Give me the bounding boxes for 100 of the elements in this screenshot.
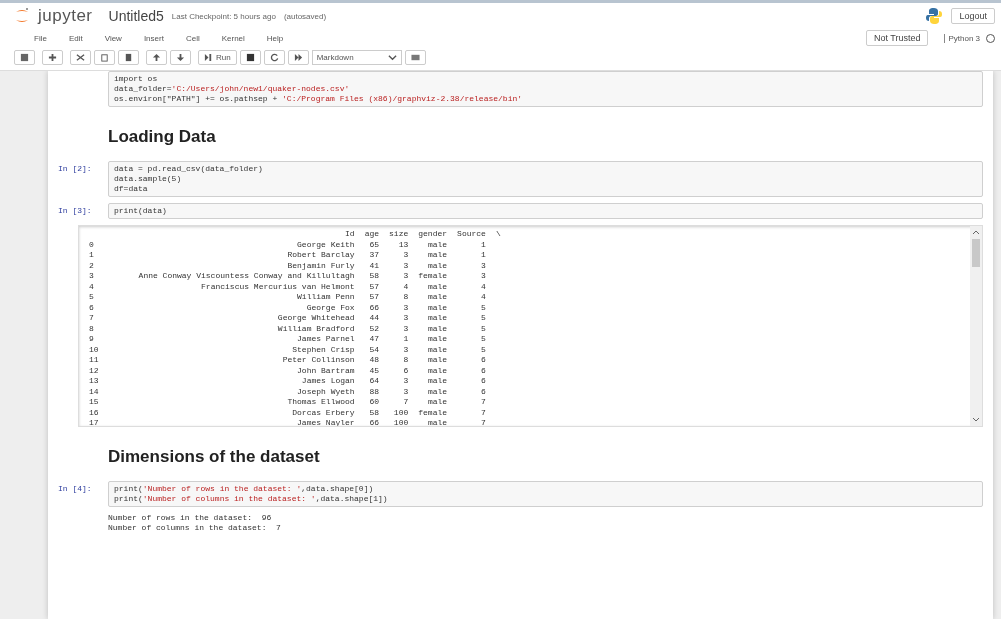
kernel-name: Python 3: [944, 33, 980, 43]
copy-button[interactable]: [94, 49, 115, 65]
table-cell-text: 66: [368, 418, 380, 426]
table-cell: 7: [447, 418, 486, 426]
table-cell-text: 5: [88, 292, 95, 303]
table-cell-text: 58: [368, 271, 380, 282]
code-cell-input[interactable]: print('Number of rows in the dataset: ',data.shape[0]) print('Number of columns in the dataset: ',data.shape[1]): [108, 481, 983, 507]
output-line: Number of rows in the dataset: 96: [108, 513, 273, 523]
move-down-button[interactable]: [170, 49, 191, 65]
code-line: data.sample(5): [114, 174, 183, 184]
code-cell-input[interactable]: import os data_folder='C:/Users/john/new1/quaker-nodes.csv' os.environ["PATH"] += os.pathsep + 'C:/Program Files (x86)/graphviz-2.38/release/bin': [108, 71, 983, 107]
table-cell: 3: [379, 302, 409, 313]
table-cell: 47: [354, 334, 380, 345]
scissors-icon: [76, 52, 85, 62]
table-cell-text: Robert Barclay: [286, 250, 355, 261]
table-cell: 6: [447, 386, 486, 397]
paste-button[interactable]: [118, 49, 139, 65]
output-line: Number of columns in the dataset: 7: [108, 523, 282, 533]
arrow-up-icon: [152, 52, 161, 62]
table-cell: 1: [379, 334, 409, 345]
fast-forward-button[interactable]: [287, 49, 309, 65]
code-line: data = pd.read_csv(data_folder): [114, 164, 264, 174]
menu-item[interactable]: Cell: [175, 31, 210, 45]
table-cell-text: 7: [88, 313, 95, 324]
menu-item[interactable]: Kernel: [211, 31, 255, 45]
autosave-status: (autosaved): [283, 11, 327, 21]
move-up-button[interactable]: [146, 49, 167, 65]
table-cell: 3: [379, 313, 409, 324]
table-cell: 3: [379, 271, 409, 282]
table-cell-text: 57: [368, 292, 380, 303]
notebook-name[interactable]: Untitled5: [108, 8, 164, 24]
code-line: df=data: [114, 184, 149, 194]
table-cell: Joseph Wyeth: [98, 386, 355, 397]
menu-item[interactable]: View: [94, 31, 132, 45]
column-header: age: [363, 229, 380, 240]
cut-button[interactable]: [70, 49, 91, 65]
stop-button[interactable]: [239, 49, 261, 65]
arrow-down-icon: [176, 52, 185, 62]
run-button[interactable]: Run: [198, 49, 237, 65]
table-cell-text: 60: [368, 397, 380, 408]
code-cell-input[interactable]: print(data): [108, 203, 983, 219]
table-cell: 7: [447, 397, 486, 408]
table-cell: Stephen Crisp: [98, 344, 355, 355]
table-cell: 37: [354, 250, 380, 261]
table-cell: male: [408, 344, 448, 355]
cell-type-select[interactable]: Markdown: [311, 49, 402, 65]
table-cell-text: Benjamin Furly: [286, 260, 355, 271]
table-cell: male: [408, 418, 448, 426]
code-line: import os: [114, 74, 159, 84]
scrollbar[interactable]: [970, 226, 982, 426]
table-cell: 6: [447, 365, 486, 376]
table-cell: 3: [379, 376, 409, 387]
checkpoint-text: Last Checkpoint: 5 hours ago: [171, 11, 276, 21]
menu-item[interactable]: Insert: [133, 31, 174, 45]
table-cell-text: 13: [88, 376, 99, 387]
restart-button[interactable]: [263, 49, 285, 65]
fast-forward-icon: [293, 52, 303, 62]
table-cell: female: [408, 407, 448, 418]
table-cell: 4: [379, 281, 409, 292]
chevron-down-icon: [387, 52, 397, 62]
table-cell-text: Dorcas Erbery: [291, 407, 355, 418]
table-cell-text: 66: [368, 302, 380, 313]
menu-item[interactable]: File: [24, 31, 57, 45]
table-cell: 3: [379, 323, 409, 334]
table-cell-text: 2: [88, 260, 95, 271]
table-cell-text: 4: [88, 281, 95, 292]
table-cell: 8: [379, 355, 409, 366]
table-cell-text: 9: [88, 334, 95, 345]
table-cell-text: 44: [368, 313, 380, 324]
table-cell: 6: [447, 376, 486, 387]
keyboard-button[interactable]: [404, 49, 426, 65]
plus-icon: [48, 52, 57, 62]
table-cell: Peter Collinson: [98, 355, 355, 366]
table-cell: 3: [447, 260, 486, 271]
scroll-down-icon[interactable]: [972, 417, 980, 422]
table-cell-text: 8: [88, 323, 95, 334]
table-cell: male: [408, 376, 448, 387]
menu-item[interactable]: Edit: [58, 31, 93, 45]
app-logo-text: jupyter: [38, 6, 93, 26]
table-cell-text: John Bartram: [296, 365, 355, 376]
output-scroll-area[interactable]: [78, 225, 983, 427]
table-cell-text: 10: [88, 344, 99, 355]
trust-status-button[interactable]: Not Trusted: [865, 30, 929, 46]
logout-button[interactable]: Logout: [951, 8, 995, 24]
table-cell: male: [408, 334, 448, 345]
table-cell: male: [408, 355, 448, 366]
table-cell: male: [408, 397, 448, 408]
code-cell-input[interactable]: data = pd.read_csv(data_folder) data.sample(5) df=data: [108, 161, 983, 197]
table-cell: 1: [447, 250, 486, 261]
table-cell-text: 52: [368, 323, 380, 334]
add-cell-button[interactable]: [42, 49, 63, 65]
column-header: Source: [447, 229, 486, 240]
table-cell: 3: [379, 260, 409, 271]
scroll-up-icon[interactable]: [972, 230, 980, 235]
menu-item[interactable]: Help: [256, 31, 294, 45]
save-button[interactable]: [14, 49, 35, 65]
code-line: print(data): [114, 206, 168, 216]
table-cell: 8: [379, 292, 409, 303]
scrollbar-thumb[interactable]: [972, 239, 980, 267]
table-cell-text: 54: [368, 344, 380, 355]
